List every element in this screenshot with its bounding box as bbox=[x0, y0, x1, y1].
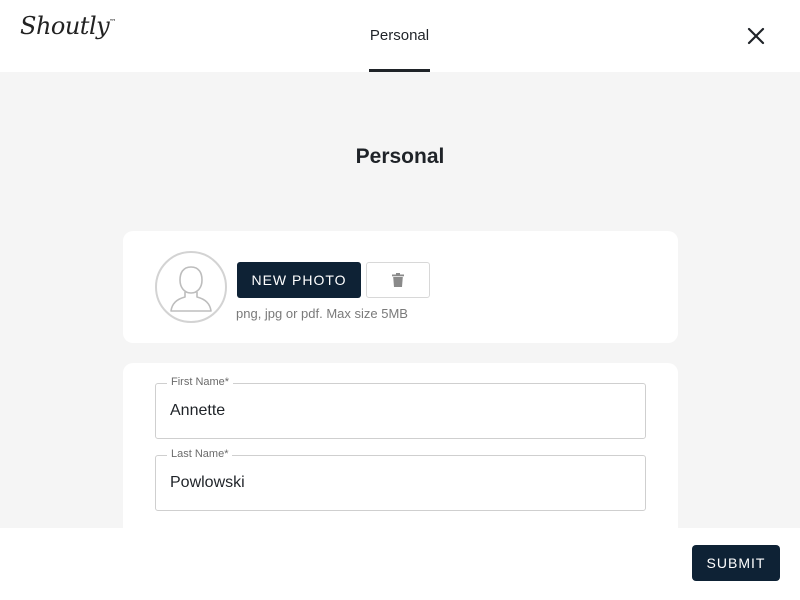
logo-trademark: ™ bbox=[109, 18, 116, 26]
tab-personal[interactable]: Personal bbox=[369, 0, 430, 72]
close-button[interactable] bbox=[744, 24, 768, 48]
logo-text: Shoutly bbox=[20, 12, 110, 40]
close-icon bbox=[747, 27, 765, 45]
last-name-field: Last Name* bbox=[155, 448, 646, 511]
avatar bbox=[155, 251, 227, 323]
delete-photo-button[interactable] bbox=[366, 262, 430, 298]
photo-card: NEW PHOTO png, jpg or pdf. Max size 5MB bbox=[123, 231, 678, 343]
page-title: Personal bbox=[355, 145, 445, 168]
first-name-label: First Name* bbox=[167, 376, 234, 388]
photo-size-hint: png, jpg or pdf. Max size 5MB bbox=[236, 306, 408, 321]
tab-personal-label: Personal bbox=[369, 27, 430, 44]
submit-button[interactable]: SUBMIT bbox=[692, 545, 780, 581]
tab-active-indicator bbox=[369, 69, 430, 72]
new-photo-button[interactable]: NEW PHOTO bbox=[237, 262, 361, 298]
first-name-input[interactable] bbox=[170, 402, 630, 420]
person-silhouette-icon bbox=[170, 266, 212, 312]
first-name-field: First Name* bbox=[155, 376, 646, 439]
last-name-label: Last Name* bbox=[167, 448, 233, 460]
footer-bar: SUBMIT bbox=[0, 528, 800, 600]
last-name-input[interactable] bbox=[170, 474, 630, 492]
trash-icon bbox=[392, 273, 404, 287]
shoutly-logo: Shoutly™ bbox=[20, 12, 116, 40]
top-bar: Shoutly™ Personal bbox=[0, 0, 800, 72]
